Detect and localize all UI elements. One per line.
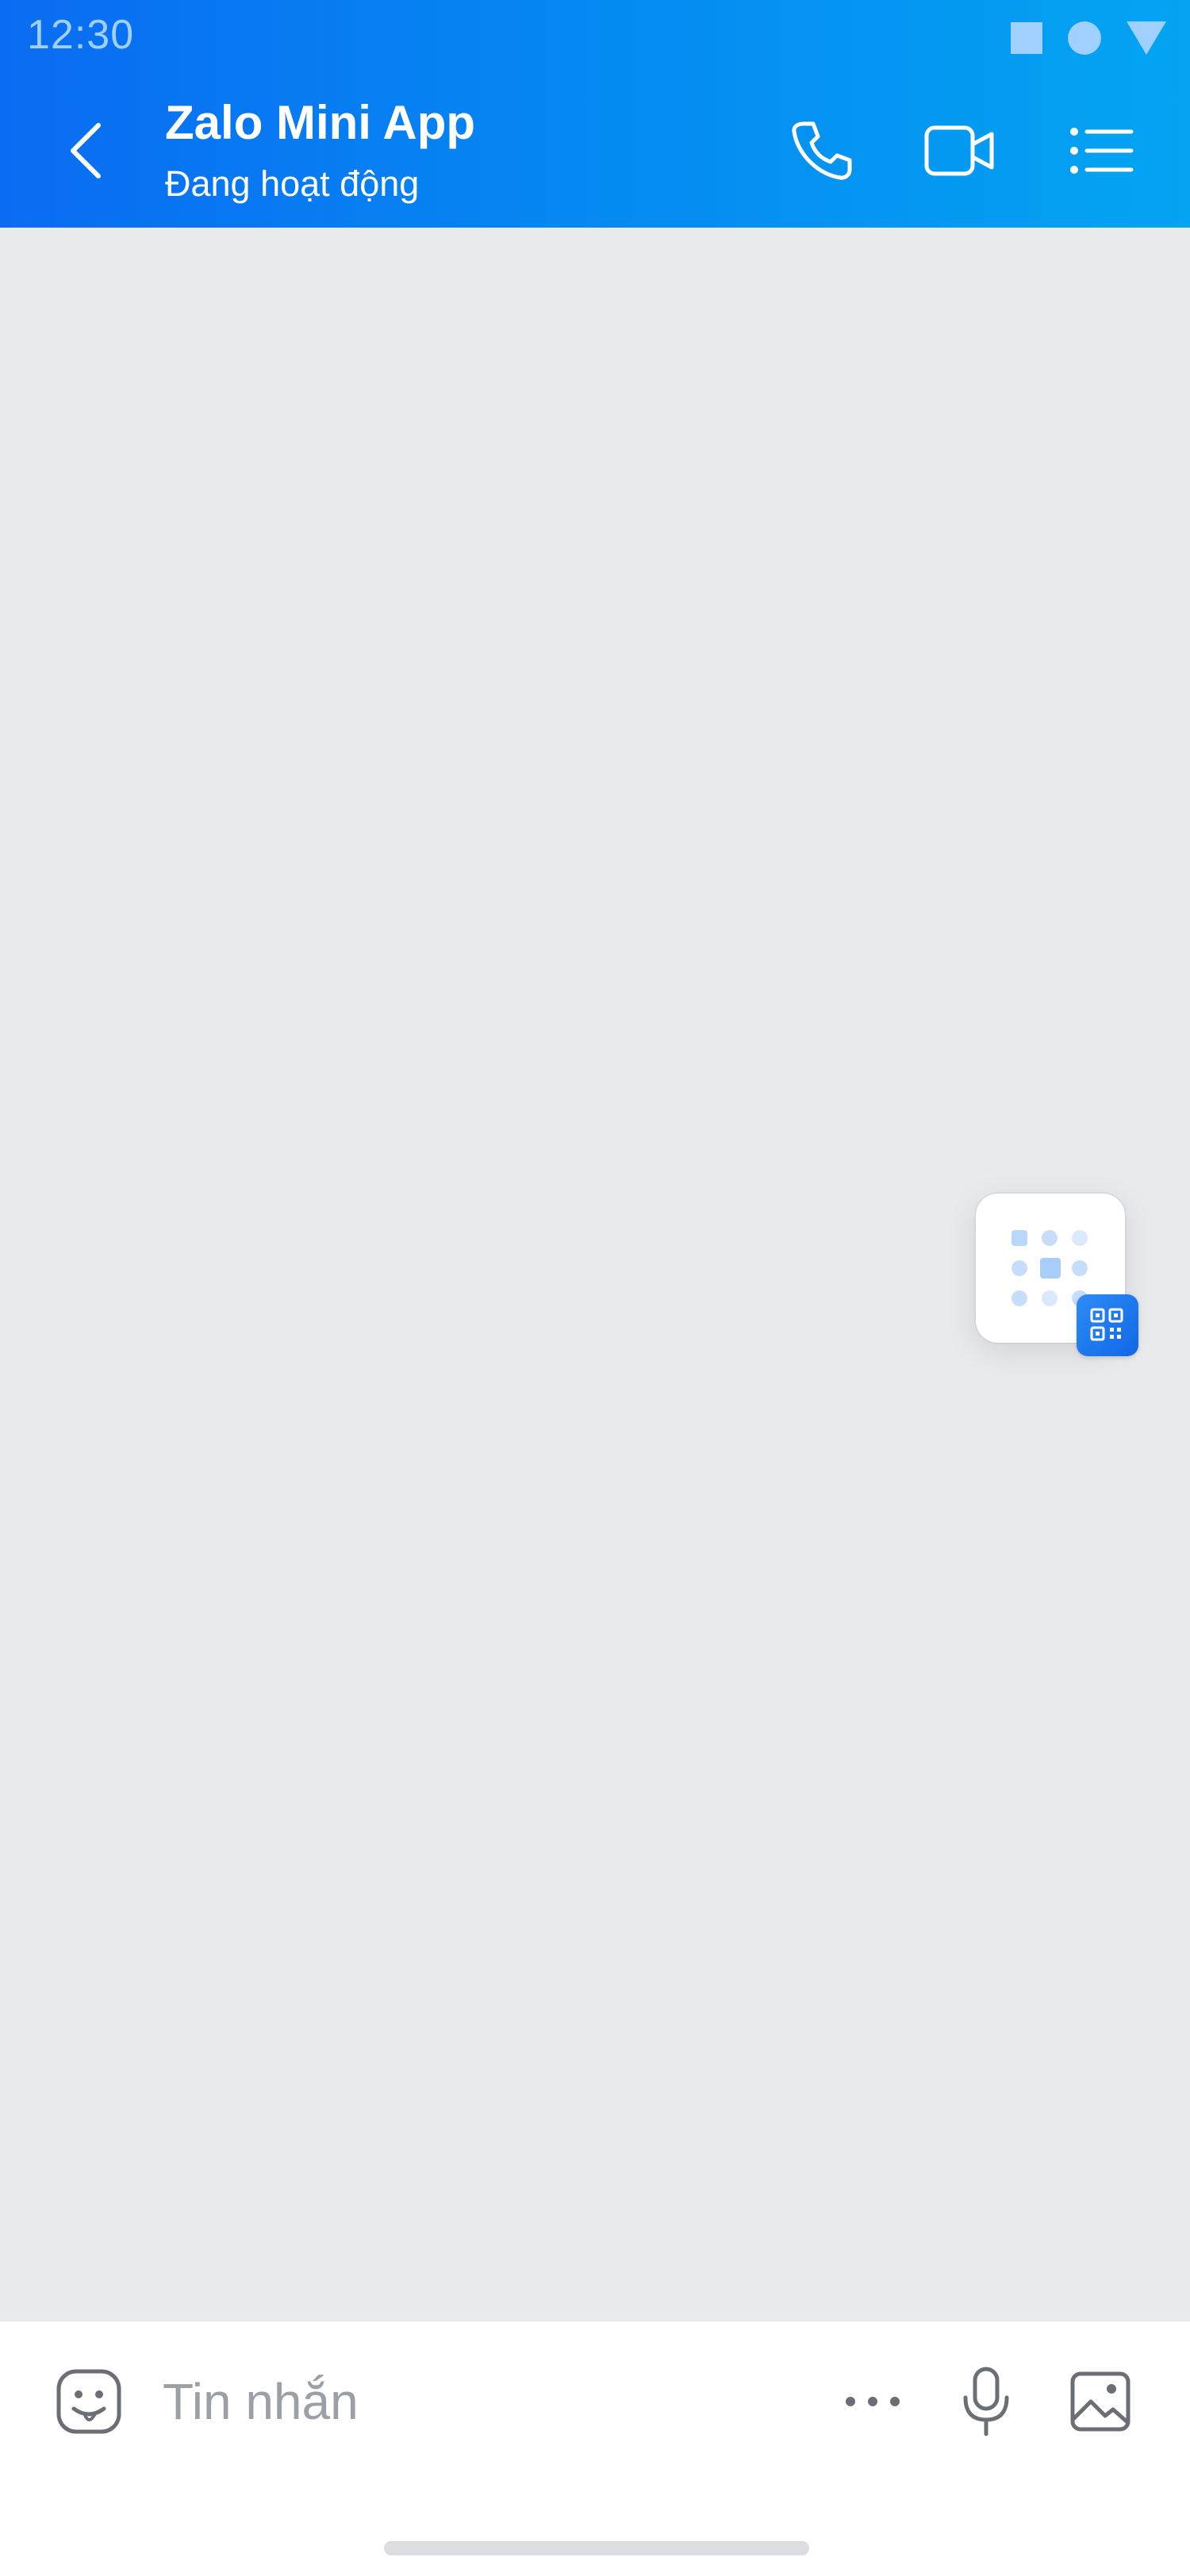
voice-message-button[interactable]: [946, 2362, 1026, 2441]
sticker-icon: [56, 2369, 121, 2434]
sticker-button[interactable]: [49, 2362, 129, 2441]
video-camera-icon: [924, 125, 994, 176]
message-composer: [0, 2321, 1190, 2576]
triangle-icon: [1127, 21, 1166, 55]
voice-call-button[interactable]: [781, 111, 861, 190]
video-call-button[interactable]: [920, 111, 1000, 190]
qr-scan-button[interactable]: [1077, 1294, 1138, 1356]
status-time: 12:30: [27, 12, 135, 58]
more-options-button[interactable]: [833, 2362, 912, 2441]
chat-header: 12:30 Zalo Mini App Đang hoạt động: [0, 0, 1190, 228]
circle-icon: [1068, 21, 1101, 55]
chat-screen: 12:30 Zalo Mini App Đang hoạt động: [0, 0, 1190, 2576]
chat-status: Đang hoạt động: [165, 163, 420, 204]
list-menu-icon: [1070, 128, 1134, 174]
send-image-button[interactable]: [1061, 2362, 1140, 2441]
more-dots-icon: [846, 2397, 900, 2406]
image-icon: [1070, 2371, 1130, 2432]
home-indicator[interactable]: [384, 2541, 809, 2555]
status-icons: [1011, 21, 1166, 56]
back-button[interactable]: [48, 111, 127, 190]
chevron-left-icon: [71, 123, 101, 178]
microphone-icon: [963, 2367, 1009, 2436]
chat-title: Zalo Mini App: [165, 96, 476, 149]
message-input[interactable]: [163, 2366, 781, 2437]
qr-code-icon: [1090, 1308, 1123, 1341]
phone-icon: [792, 121, 852, 180]
chat-options-button[interactable]: [1061, 111, 1141, 190]
square-icon: [1011, 22, 1042, 54]
